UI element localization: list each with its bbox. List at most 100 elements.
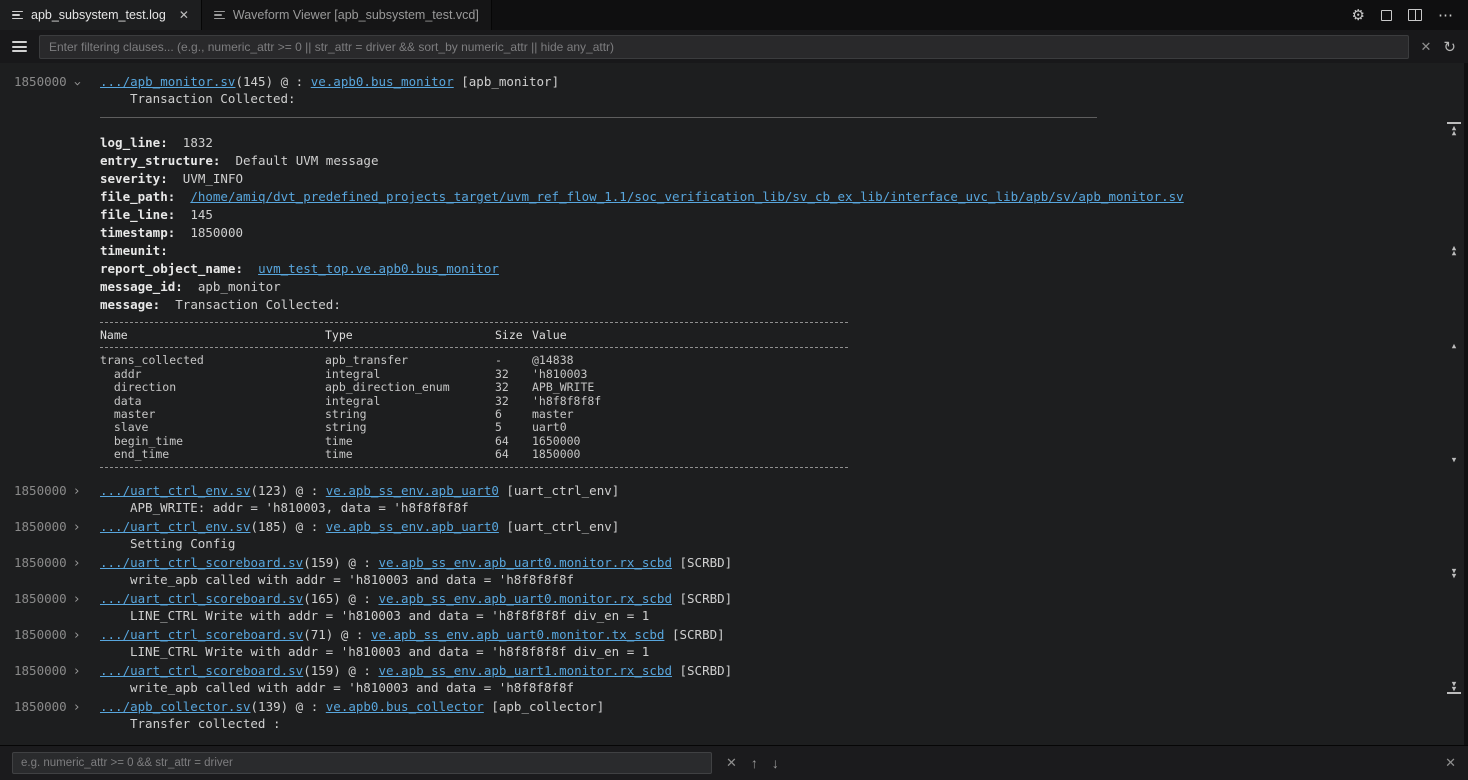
chevron-right-icon[interactable]: › bbox=[73, 663, 81, 680]
tab-label: Waveform Viewer [apb_subsystem_test.vcd] bbox=[233, 8, 479, 22]
find-next-icon[interactable]: ↓ bbox=[772, 755, 779, 771]
find-previous-icon[interactable]: ↑ bbox=[751, 755, 758, 771]
field-value-link[interactable]: /home/amiq/dvt_predefined_projects_targe… bbox=[190, 189, 1183, 204]
scrollbar-track[interactable] bbox=[1464, 63, 1468, 745]
file-link[interactable]: .../uart_ctrl_scoreboard.sv bbox=[100, 663, 303, 678]
filter-input[interactable] bbox=[39, 35, 1409, 59]
log-entry[interactable]: 1850000 › .../uart_ctrl_scoreboard.sv(159… bbox=[0, 662, 1468, 696]
table-separator bbox=[100, 347, 848, 348]
file-link[interactable]: .../apb_monitor.sv bbox=[100, 74, 235, 89]
find-input[interactable] bbox=[12, 752, 712, 774]
log-entry[interactable]: 1850000› .../uart_ctrl_scoreboard.sv(165… bbox=[0, 590, 1468, 624]
chevron-right-icon[interactable]: › bbox=[73, 591, 81, 608]
object-path-link[interactable]: ve.apb_ss_env.apb_uart0 bbox=[326, 483, 499, 498]
file-link[interactable]: .../uart_ctrl_scoreboard.sv bbox=[100, 627, 303, 642]
object-path-link[interactable]: ve.apb_ss_env.apb_uart0.monitor.tx_scbd bbox=[371, 627, 665, 642]
message-id-tag: [SCRBD] bbox=[672, 555, 732, 570]
chevron-down-icon[interactable]: › bbox=[68, 80, 85, 88]
file-link[interactable]: .../uart_ctrl_scoreboard.sv bbox=[100, 591, 303, 606]
log-entry[interactable]: 1850000› .../apb_collector.sv(139) @ : v… bbox=[0, 698, 1468, 732]
line-number: (145) @ : bbox=[235, 74, 310, 89]
file-link[interactable]: .../uart_ctrl_env.sv bbox=[100, 519, 251, 534]
table-row: direction apb_direction_enum 32 APB_WRIT… bbox=[100, 381, 1468, 394]
line-number: (71) @ : bbox=[303, 627, 371, 642]
entry-message: LINE_CTRL Write with addr = 'h810003 and… bbox=[100, 607, 1468, 624]
timestamp: 1850000 bbox=[14, 663, 67, 678]
detail-field: message_id: apb_monitor bbox=[100, 278, 1468, 296]
entry-gutter[interactable]: 1850000› bbox=[0, 626, 100, 660]
previous-icon[interactable]: ▲ bbox=[1447, 343, 1461, 348]
clear-find-icon[interactable]: ✕ bbox=[726, 755, 737, 771]
object-path-link[interactable]: ve.apb_ss_env.apb_uart0.monitor.rx_scbd bbox=[378, 591, 672, 606]
page-down-icon[interactable]: ▼▼ bbox=[1447, 568, 1461, 578]
field-value: 145 bbox=[190, 207, 213, 222]
object-path-link[interactable]: ve.apb_ss_env.apb_uart0 bbox=[326, 519, 499, 534]
entry-gutter[interactable]: 1850000› bbox=[0, 554, 100, 588]
object-path-link[interactable]: ve.apb_ss_env.apb_uart0.monitor.rx_scbd bbox=[378, 555, 672, 570]
object-path-link[interactable]: ve.apb0.bus_monitor bbox=[311, 74, 454, 89]
log-entry[interactable]: 1850000› .../uart_ctrl_scoreboard.sv(71)… bbox=[0, 626, 1468, 660]
field-key: entry_structure: bbox=[100, 153, 220, 168]
object-path-link[interactable]: ve.apb_ss_env.apb_uart1.monitor.rx_scbd bbox=[378, 663, 672, 678]
entry-gutter[interactable]: 1850000› bbox=[0, 590, 100, 624]
chevron-right-icon[interactable]: › bbox=[73, 519, 81, 536]
file-link[interactable]: .../uart_ctrl_env.sv bbox=[100, 483, 251, 498]
entry-header: .../uart_ctrl_scoreboard.sv(165) @ : ve.… bbox=[100, 590, 1468, 607]
line-number: (159) @ : bbox=[303, 663, 378, 678]
entry-gutter[interactable]: 1850000› bbox=[0, 698, 100, 732]
entry-gutter[interactable]: 1850000 › bbox=[0, 518, 100, 552]
refresh-icon[interactable]: ↻ bbox=[1443, 38, 1456, 56]
scroll-to-bottom-icon[interactable]: ▼▼ bbox=[1447, 681, 1461, 694]
message-id-tag: [SCRBD] bbox=[664, 627, 724, 642]
field-key: severity: bbox=[100, 171, 168, 186]
detail-field: log_line: 1832 bbox=[100, 134, 1468, 152]
log-entry[interactable]: 1850000 › .../uart_ctrl_env.sv(123) @ : v… bbox=[0, 482, 1468, 516]
detail-field: timestamp: 1850000 bbox=[100, 224, 1468, 242]
clear-filter-icon[interactable]: ✕ bbox=[1421, 39, 1432, 55]
timestamp: 1850000 bbox=[14, 519, 67, 534]
log-entry[interactable]: 1850000 › .../uart_ctrl_env.sv(185) @ : v… bbox=[0, 518, 1468, 552]
log-entry[interactable]: 1850000› .../uart_ctrl_scoreboard.sv(159… bbox=[0, 554, 1468, 588]
next-icon[interactable]: ▼ bbox=[1447, 457, 1461, 462]
split-editor-icon[interactable] bbox=[1408, 9, 1422, 21]
menu-icon[interactable] bbox=[12, 41, 27, 52]
chevron-right-icon[interactable]: › bbox=[73, 483, 81, 500]
entry-message: APB_WRITE: addr = 'h810003, data = 'h8f8… bbox=[100, 499, 1468, 516]
line-number: (185) @ : bbox=[251, 519, 326, 534]
page-up-icon[interactable]: ▲▲ bbox=[1447, 245, 1461, 255]
detail-field: entry_structure: Default UVM message bbox=[100, 152, 1468, 170]
chevron-right-icon[interactable]: › bbox=[73, 699, 81, 716]
tab-waveform-viewer[interactable]: Waveform Viewer [apb_subsystem_test.vcd] bbox=[202, 0, 492, 30]
chevron-right-icon[interactable]: › bbox=[73, 555, 81, 572]
message-id-tag: [uart_ctrl_env] bbox=[499, 483, 619, 498]
file-link[interactable]: .../apb_collector.sv bbox=[100, 699, 251, 714]
entry-header: .../uart_ctrl_scoreboard.sv(159) @ : ve.… bbox=[100, 662, 1468, 679]
field-value: Default UVM message bbox=[235, 153, 378, 168]
line-number: (123) @ : bbox=[251, 483, 326, 498]
detail-field: severity: UVM_INFO bbox=[100, 170, 1468, 188]
editor-actions: ⚙ ⋯ bbox=[1352, 0, 1468, 30]
more-actions-icon[interactable]: ⋯ bbox=[1438, 8, 1454, 23]
tab-log-file[interactable]: apb_subsystem_test.log ✕ bbox=[0, 0, 202, 30]
close-find-bar-icon[interactable]: ✕ bbox=[1445, 755, 1456, 771]
file-link[interactable]: .../uart_ctrl_scoreboard.sv bbox=[100, 555, 303, 570]
log-area: 1850000› .../apb_monitor.sv(145) @ : ve.… bbox=[0, 63, 1468, 745]
entry-gutter[interactable]: 1850000 › bbox=[0, 482, 100, 516]
scroll-to-top-icon[interactable]: ▲▲ bbox=[1447, 122, 1461, 135]
timestamp: 1850000 bbox=[14, 74, 67, 89]
entry-message: write_apb called with addr = 'h810003 an… bbox=[100, 679, 1468, 696]
chevron-right-icon[interactable]: › bbox=[73, 627, 81, 644]
close-tab-icon[interactable]: ✕ bbox=[179, 8, 189, 22]
log-entry-expanded[interactable]: 1850000› .../apb_monitor.sv(145) @ : ve.… bbox=[0, 73, 1468, 107]
entry-gutter[interactable]: 1850000 › bbox=[0, 662, 100, 696]
object-path-link[interactable]: ve.apb0.bus_collector bbox=[326, 699, 484, 714]
field-key: log_line: bbox=[100, 135, 168, 150]
open-editor-icon[interactable] bbox=[1381, 10, 1392, 21]
settings-gear-icon[interactable]: ⚙ bbox=[1352, 8, 1365, 23]
entry-message: LINE_CTRL Write with addr = 'h810003 and… bbox=[100, 643, 1468, 660]
field-value-link[interactable]: uvm_test_top.ve.apb0.bus_monitor bbox=[258, 261, 499, 276]
field-key: timeunit: bbox=[100, 243, 168, 258]
field-value: Transaction Collected: bbox=[175, 297, 341, 312]
timestamp: 1850000 bbox=[14, 483, 67, 498]
entry-gutter[interactable]: 1850000› bbox=[0, 73, 100, 107]
